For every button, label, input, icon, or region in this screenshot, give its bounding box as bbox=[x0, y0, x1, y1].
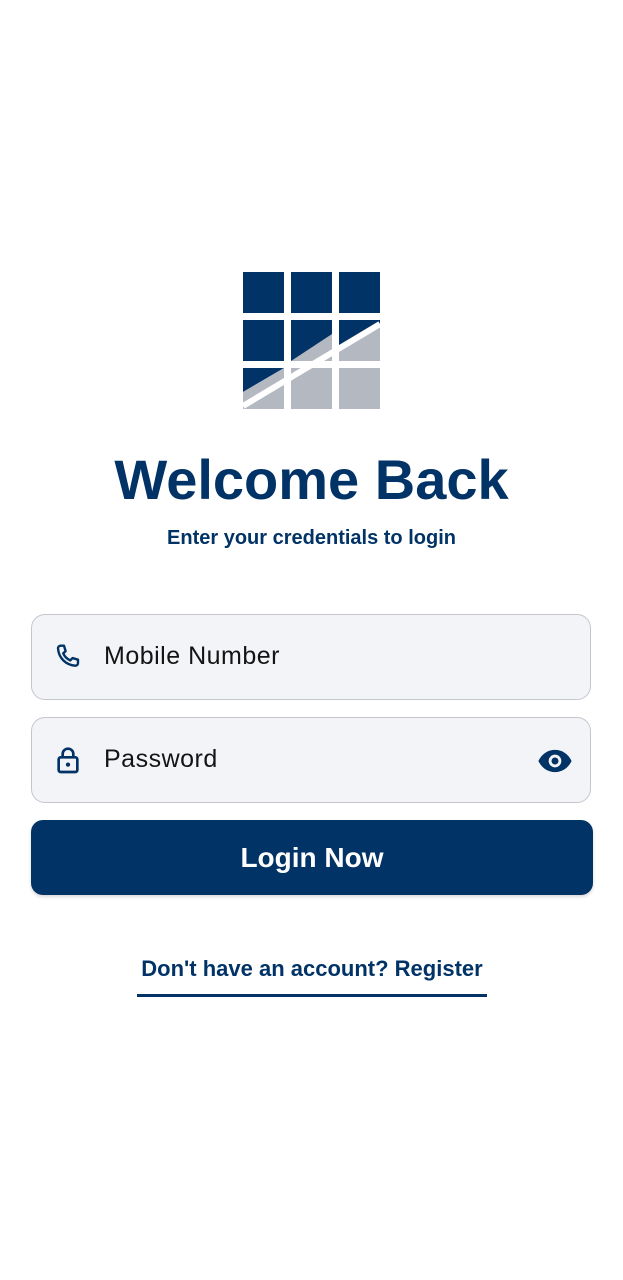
password-field[interactable] bbox=[31, 717, 591, 803]
login-button[interactable]: Login Now bbox=[31, 820, 593, 895]
eye-icon[interactable] bbox=[536, 742, 574, 780]
app-logo bbox=[243, 272, 380, 409]
lock-icon bbox=[57, 747, 79, 774]
mobile-input[interactable] bbox=[104, 615, 524, 698]
password-input[interactable] bbox=[104, 718, 524, 801]
page-title: Welcome Back bbox=[114, 448, 509, 511]
register-link[interactable]: Don't have an account? Register bbox=[137, 953, 487, 997]
phone-icon bbox=[56, 644, 80, 667]
login-screen: Welcome Back Enter your credentials to l… bbox=[0, 0, 623, 1280]
mobile-field[interactable] bbox=[31, 614, 591, 700]
page-subtitle: Enter your credentials to login bbox=[167, 527, 456, 549]
